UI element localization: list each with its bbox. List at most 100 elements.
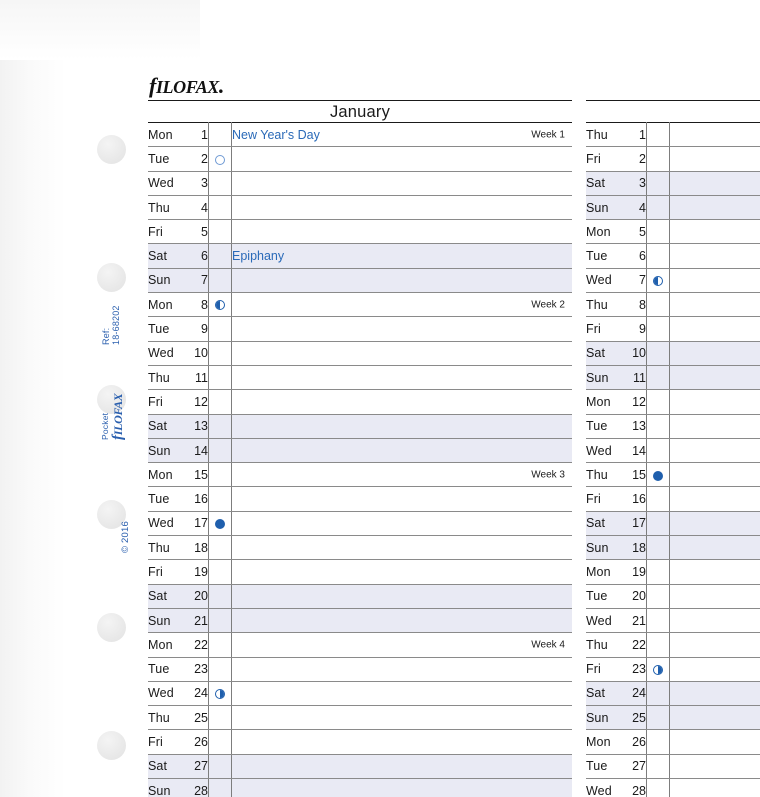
day-row[interactable]: Wed 3 [148,171,572,196]
note-cell[interactable] [669,705,760,731]
note-cell[interactable] [669,292,760,318]
day-row[interactable]: Mon 19 [586,559,760,585]
note-cell[interactable] [231,438,572,464]
note-cell[interactable] [669,195,760,221]
note-cell[interactable] [669,486,760,512]
note-cell[interactable] [231,681,572,707]
day-row[interactable]: Sat 6 Epiphany [148,243,572,269]
day-row[interactable]: Fri 9 [586,316,760,342]
note-cell[interactable] [231,316,572,342]
note-cell[interactable] [669,389,760,415]
day-row[interactable]: Thu 8 [586,292,760,318]
day-row[interactable]: Wed 28 [586,778,760,797]
note-cell[interactable] [231,365,572,391]
note-cell[interactable]: Week 2 [231,292,572,318]
note-cell[interactable] [231,146,572,172]
day-row[interactable]: Wed 21 [586,608,760,634]
day-row[interactable]: Sat 13 [148,414,572,439]
day-row[interactable]: Thu 25 [148,705,572,731]
note-cell[interactable] [231,171,572,196]
note-cell[interactable] [231,535,572,561]
note-cell[interactable] [231,754,572,780]
day-row[interactable]: Fri 12 [148,389,572,415]
note-cell[interactable] [669,219,760,245]
note-cell[interactable] [231,486,572,512]
day-row[interactable]: Tue 2 [148,146,572,172]
note-cell[interactable]: Epiphany [231,243,572,269]
day-row[interactable]: Sun 4 [586,195,760,221]
note-cell[interactable] [669,729,760,755]
day-row[interactable]: Tue 6 [586,243,760,269]
note-cell[interactable] [231,729,572,755]
note-cell[interactable] [231,268,572,294]
day-row[interactable]: Fri 16 [586,486,760,512]
day-row[interactable]: Thu 18 [148,535,572,561]
day-row[interactable]: Thu 11 [148,365,572,391]
day-row[interactable]: Thu 22 [586,632,760,658]
note-cell[interactable] [231,584,572,609]
day-row[interactable]: Mon 26 [586,729,760,755]
day-row[interactable]: Sun 18 [586,535,760,561]
day-row[interactable]: Wed 14 [586,438,760,464]
note-cell[interactable] [231,778,572,797]
note-cell[interactable] [669,121,760,148]
note-cell[interactable]: Week 4 [231,632,572,658]
note-cell[interactable] [669,316,760,342]
note-cell[interactable] [231,559,572,585]
day-row[interactable]: Tue 13 [586,414,760,439]
day-row[interactable]: Thu 4 [148,195,572,221]
note-cell[interactable] [669,511,760,537]
note-cell[interactable] [669,438,760,464]
note-cell[interactable]: Week 3 [231,462,572,488]
note-cell[interactable] [669,243,760,269]
note-cell[interactable] [669,559,760,585]
note-cell[interactable] [669,535,760,561]
note-cell[interactable] [669,146,760,172]
day-row[interactable]: Sun 11 [586,365,760,391]
note-cell[interactable] [669,462,760,488]
note-cell[interactable] [669,171,760,196]
day-row[interactable]: Sat 10 [586,341,760,366]
day-row[interactable]: Tue 9 [148,316,572,342]
day-row[interactable]: Mon 5 [586,219,760,245]
day-row[interactable]: Wed 7 [586,268,760,294]
day-row[interactable]: Mon 8 Week 2 [148,292,572,318]
day-row[interactable]: Tue 23 [148,657,572,682]
day-row[interactable]: Fri 19 [148,559,572,585]
note-cell[interactable] [231,705,572,731]
note-cell[interactable] [231,389,572,415]
day-row[interactable]: Mon 15 Week 3 [148,462,572,488]
note-cell[interactable] [669,584,760,609]
day-row[interactable]: Sat 3 [586,171,760,196]
note-cell[interactable] [669,268,760,294]
note-cell[interactable] [669,608,760,634]
note-cell[interactable]: New Year's Day Week 1 [231,121,572,148]
day-row[interactable]: Thu 15 [586,462,760,488]
note-cell[interactable] [231,195,572,221]
day-row[interactable]: Mon 12 [586,389,760,415]
day-row[interactable]: Wed 10 [148,341,572,366]
note-cell[interactable] [231,657,572,682]
day-row[interactable]: Sat 20 [148,584,572,609]
day-row[interactable]: Tue 27 [586,754,760,780]
day-row[interactable]: Sat 27 [148,754,572,780]
day-row[interactable]: Mon 1 New Year's Day Week 1 [148,121,572,148]
note-cell[interactable] [231,341,572,366]
day-row[interactable]: Fri 5 [148,219,572,245]
day-row[interactable]: Fri 23 [586,657,760,682]
day-row[interactable]: Fri 26 [148,729,572,755]
note-cell[interactable] [231,219,572,245]
day-row[interactable]: Thu 1 [586,121,760,148]
note-cell[interactable] [669,341,760,366]
note-cell[interactable] [231,414,572,439]
day-row[interactable]: Sun 14 [148,438,572,464]
note-cell[interactable] [669,681,760,707]
note-cell[interactable] [669,778,760,797]
day-row[interactable]: Tue 20 [586,584,760,609]
note-cell[interactable] [231,608,572,634]
day-row[interactable]: Sun 25 [586,705,760,731]
note-cell[interactable] [669,365,760,391]
day-row[interactable]: Sat 17 [586,511,760,537]
day-row[interactable]: Wed 24 [148,681,572,707]
note-cell[interactable] [669,657,760,682]
